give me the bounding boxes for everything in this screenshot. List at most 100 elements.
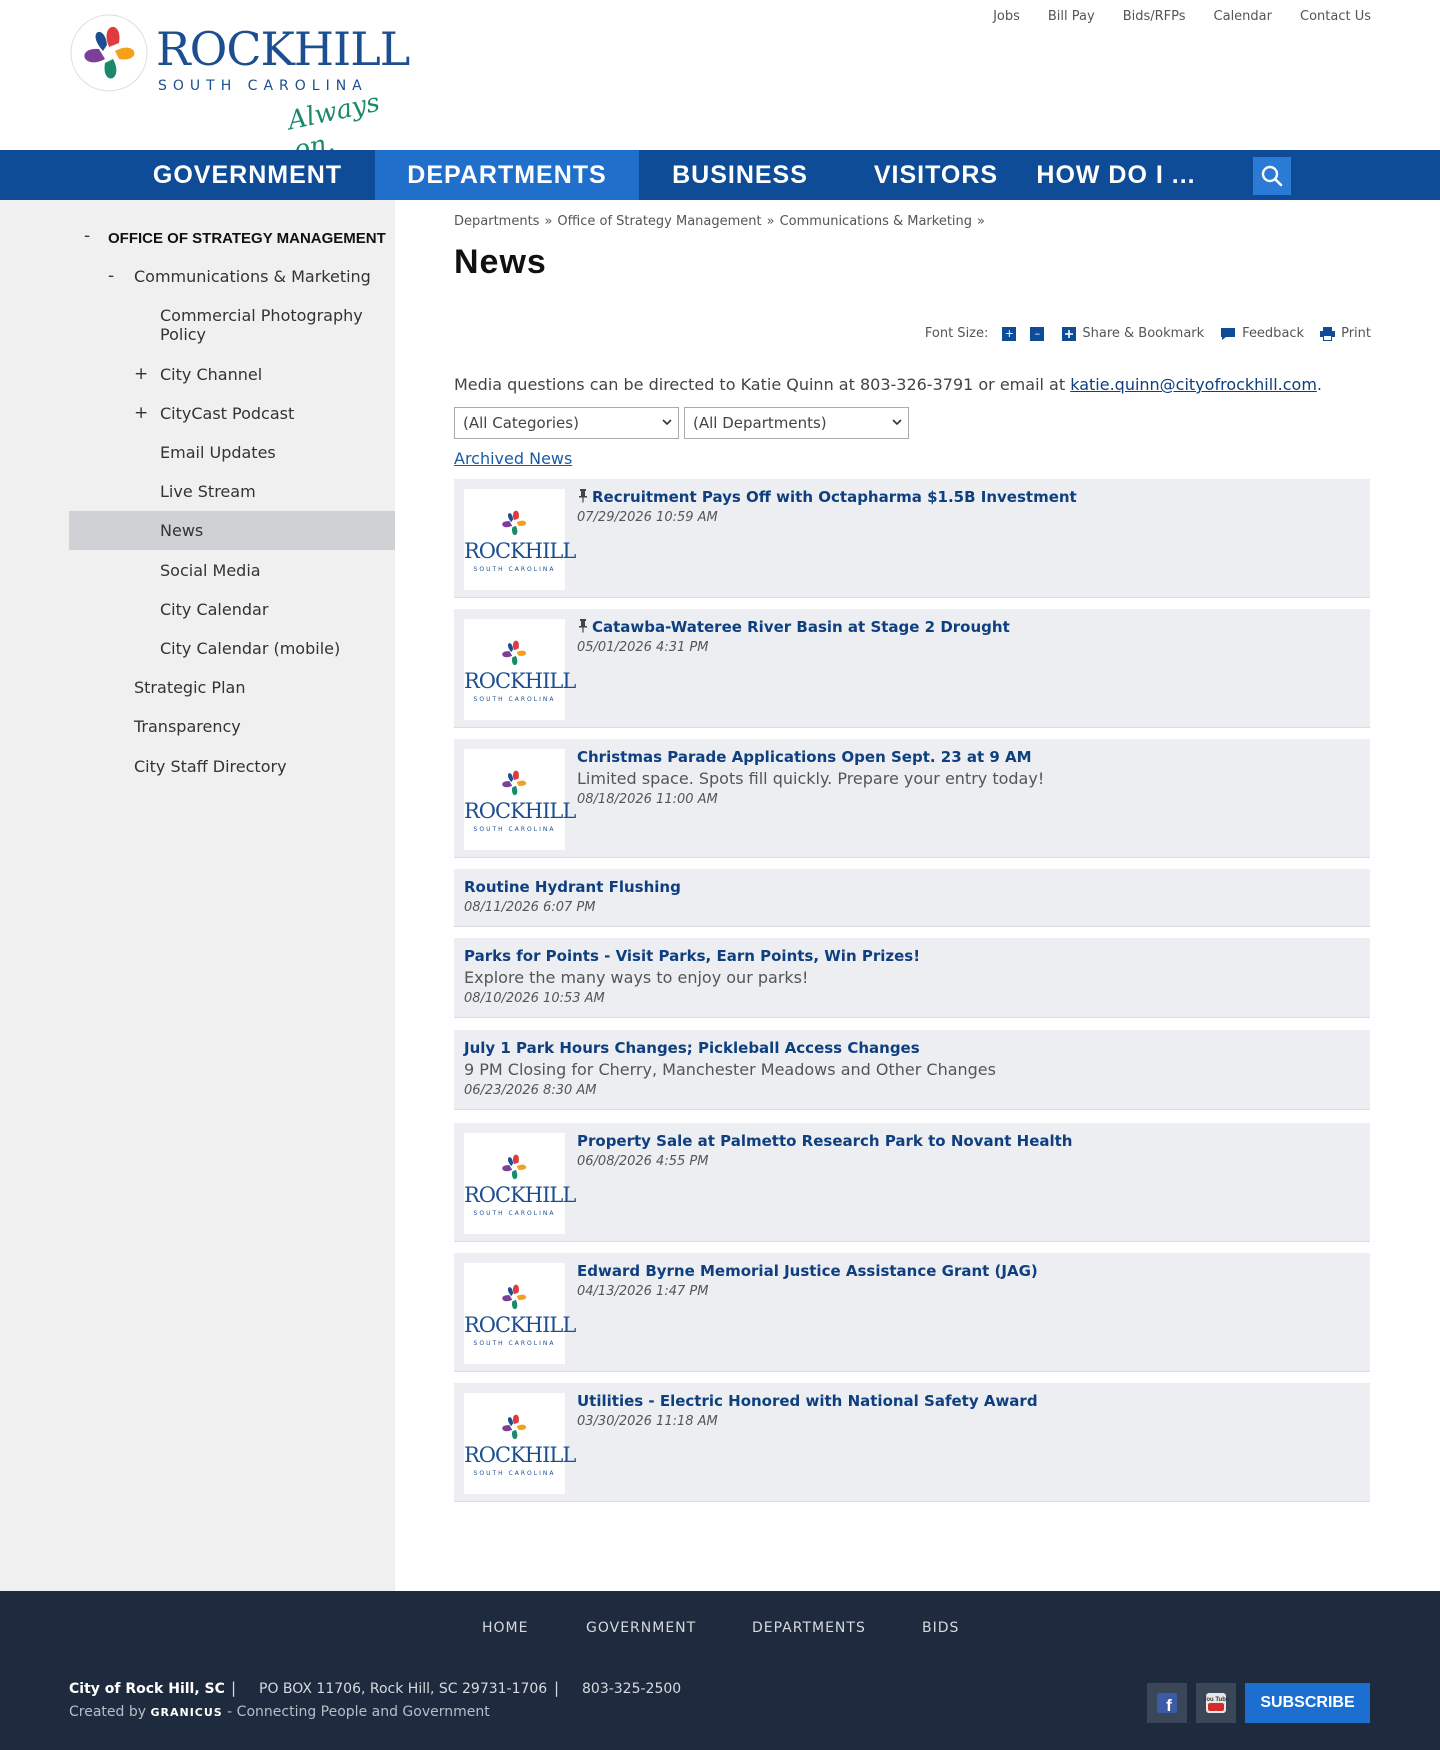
- news-thumbnail[interactable]: ROCKHILL SOUTH CAROLINA: [464, 1133, 576, 1234]
- credit-suffix: - Connecting People and Government: [222, 1704, 490, 1720]
- font-size-decrease-button[interactable]: –: [1030, 326, 1045, 341]
- expand-toggle[interactable]: +: [134, 403, 148, 423]
- breadcrumb-separator: »: [977, 214, 986, 229]
- sidebar-item-social-media[interactable]: Social Media: [160, 561, 380, 580]
- utility-link-calendar[interactable]: Calendar: [1214, 9, 1272, 24]
- utility-link-contact[interactable]: Contact Us: [1300, 9, 1371, 24]
- news-title-link[interactable]: Christmas Parade Applications Open Sept.…: [577, 748, 1032, 766]
- breadcrumb-separator: »: [544, 214, 553, 229]
- share-bookmark-button[interactable]: Share & Bookmark: [1062, 326, 1204, 341]
- news-thumbnail[interactable]: ROCKHILL SOUTH CAROLINA: [464, 619, 576, 720]
- thumbnail-subtitle: SOUTH CAROLINA: [473, 826, 556, 833]
- sidebar-item-live-stream[interactable]: Live Stream: [160, 482, 380, 501]
- sidebar-item-city-calendar[interactable]: City Calendar: [160, 600, 380, 619]
- plus-box-icon: [1062, 326, 1077, 341]
- department-filter-select[interactable]: (All Departments): [684, 407, 909, 439]
- rock-hill-logo[interactable]: ROCKHILL SOUTH CAROLINA Always on.: [68, 12, 428, 166]
- nav-departments[interactable]: DEPARTMENTS: [375, 150, 639, 200]
- breadcrumb: Departments » Office of Strategy Managemen…: [454, 214, 990, 229]
- footer-phone: 803-325-2500: [582, 1681, 682, 1697]
- feedback-button[interactable]: Feedback: [1220, 326, 1304, 341]
- sidebar-item-transparency[interactable]: Transparency: [134, 717, 374, 736]
- news-date: 08/11/2026 6:07 PM: [464, 900, 596, 915]
- youtube-icon: You Tube: [1203, 1693, 1230, 1713]
- utility-link-bill-pay[interactable]: Bill Pay: [1048, 9, 1095, 24]
- logo-wordmark: ROCKHILL: [156, 22, 410, 76]
- sidebar-item-staff-directory[interactable]: City Staff Directory: [134, 757, 374, 776]
- news-item: ROCKHILL SOUTH CAROLINA Catawba-Wateree Ri…: [454, 609, 1370, 728]
- granicus-link[interactable]: GRANICUS: [150, 1706, 222, 1719]
- news-title-link[interactable]: July 1 Park Hours Changes; Pickleball Ac…: [464, 1039, 920, 1057]
- news-title-link[interactable]: Edward Byrne Memorial Justice Assistance…: [577, 1262, 1038, 1280]
- print-button[interactable]: Print: [1320, 326, 1371, 341]
- collapse-toggle[interactable]: -: [84, 226, 90, 246]
- utility-link-bids[interactable]: Bids/RFPs: [1123, 9, 1186, 24]
- nav-how-do-i[interactable]: HOW DO I ...: [1030, 150, 1202, 200]
- news-title-link[interactable]: Utilities - Electric Honored with Nation…: [577, 1392, 1038, 1410]
- thumbnail-wordmark: ROCKHILL: [464, 799, 576, 823]
- sidebar-item-photography-policy[interactable]: Commercial Photography Policy: [160, 306, 380, 344]
- footer-link-government[interactable]: GOVERNMENT: [586, 1620, 696, 1636]
- thumbnail-subtitle: SOUTH CAROLINA: [473, 1210, 556, 1217]
- news-title-link[interactable]: Property Sale at Palmetto Research Park …: [577, 1132, 1073, 1150]
- news-summary: Limited space. Spots fill quickly. Prepa…: [577, 769, 1045, 788]
- sidebar-item-email-updates[interactable]: Email Updates: [160, 443, 380, 462]
- news-thumbnail[interactable]: ROCKHILL SOUTH CAROLINA: [464, 1393, 576, 1494]
- category-filter-value: (All Categories): [463, 414, 579, 432]
- sidebar-item-news[interactable]: News: [69, 511, 395, 550]
- nav-government[interactable]: GOVERNMENT: [140, 150, 355, 200]
- department-filter-value: (All Departments): [693, 414, 827, 432]
- sidebar-item-city-calendar-mobile[interactable]: City Calendar (mobile): [160, 639, 380, 658]
- flower-logo-icon: [502, 640, 527, 666]
- breadcrumb-communications[interactable]: Communications & Marketing: [780, 214, 972, 229]
- archived-news-link[interactable]: Archived News: [454, 449, 572, 468]
- media-contact-text: Media questions can be directed to Katie…: [454, 375, 1322, 394]
- news-title-link[interactable]: Catawba-Wateree River Basin at Stage 2 D…: [577, 618, 1010, 636]
- utility-link-jobs[interactable]: Jobs: [993, 9, 1020, 24]
- news-item: ROCKHILL SOUTH CAROLINA Recruitment Pays O…: [454, 479, 1370, 598]
- news-title-link[interactable]: Routine Hydrant Flushing: [464, 878, 681, 896]
- news-title-text: Parks for Points - Visit Parks, Earn Poi…: [464, 947, 921, 965]
- credit-prefix: Created by: [69, 1704, 151, 1720]
- news-item: ROCKHILL SOUTH CAROLINA Edward Byrne Memor…: [454, 1253, 1370, 1372]
- breadcrumb-departments[interactable]: Departments: [454, 214, 539, 229]
- news-thumbnail[interactable]: ROCKHILL SOUTH CAROLINA: [464, 749, 576, 850]
- search-button[interactable]: [1253, 157, 1291, 195]
- sidebar-item-communications[interactable]: Communications & Marketing: [134, 267, 394, 286]
- youtube-link[interactable]: You Tube: [1196, 1683, 1236, 1723]
- chevron-down-icon: [662, 419, 672, 426]
- facebook-link[interactable]: f: [1147, 1683, 1187, 1723]
- news-thumbnail[interactable]: ROCKHILL SOUTH CAROLINA: [464, 489, 576, 590]
- news-title-text: Edward Byrne Memorial Justice Assistance…: [577, 1262, 1038, 1280]
- thumbnail-wordmark: ROCKHILL: [464, 1313, 576, 1337]
- news-item: Parks for Points - Visit Parks, Earn Poi…: [454, 938, 1370, 1018]
- news-title-text: Catawba-Wateree River Basin at Stage 2 D…: [592, 618, 1010, 636]
- footer-address: PO BOX 11706, Rock Hill, SC 29731-1706: [259, 1681, 548, 1697]
- page-title: News: [454, 243, 547, 281]
- news-thumbnail[interactable]: ROCKHILL SOUTH CAROLINA: [464, 1263, 576, 1364]
- footer-divider: |: [554, 1679, 560, 1697]
- news-date: 07/29/2026 10:59 AM: [577, 510, 718, 525]
- contact-email-link[interactable]: katie.quinn@cityofrockhill.com: [1070, 375, 1317, 394]
- footer-link-departments[interactable]: DEPARTMENTS: [752, 1620, 866, 1636]
- sidebar-heading[interactable]: OFFICE OF STRATEGY MANAGEMENT: [108, 229, 398, 248]
- news-title-text: Recruitment Pays Off with Octapharma $1.…: [592, 488, 1077, 506]
- sidebar-item-citycast[interactable]: CityCast Podcast: [160, 404, 380, 423]
- footer-divider: |: [231, 1679, 237, 1697]
- breadcrumb-strategy[interactable]: Office of Strategy Management: [557, 214, 761, 229]
- nav-visitors[interactable]: VISITORS: [860, 150, 1012, 200]
- news-title-link[interactable]: Parks for Points - Visit Parks, Earn Poi…: [464, 947, 920, 965]
- subscribe-button[interactable]: SUBSCRIBE: [1245, 1683, 1370, 1723]
- sidebar-item-strategic-plan[interactable]: Strategic Plan: [134, 678, 374, 697]
- intro-end: .: [1316, 375, 1322, 394]
- nav-business[interactable]: BUSINESS: [660, 150, 820, 200]
- category-filter-select[interactable]: (All Categories): [454, 407, 679, 439]
- news-title-link[interactable]: Recruitment Pays Off with Octapharma $1.…: [577, 488, 1077, 506]
- font-size-increase-button[interactable]: +: [1002, 326, 1017, 341]
- expand-toggle[interactable]: +: [134, 364, 148, 384]
- sidebar-item-city-channel[interactable]: City Channel: [160, 365, 380, 384]
- footer-link-home[interactable]: HOME: [482, 1620, 528, 1636]
- footer-link-bids[interactable]: BIDS: [922, 1620, 959, 1636]
- collapse-toggle[interactable]: -: [108, 266, 114, 286]
- news-item: July 1 Park Hours Changes; Pickleball Ac…: [454, 1030, 1370, 1110]
